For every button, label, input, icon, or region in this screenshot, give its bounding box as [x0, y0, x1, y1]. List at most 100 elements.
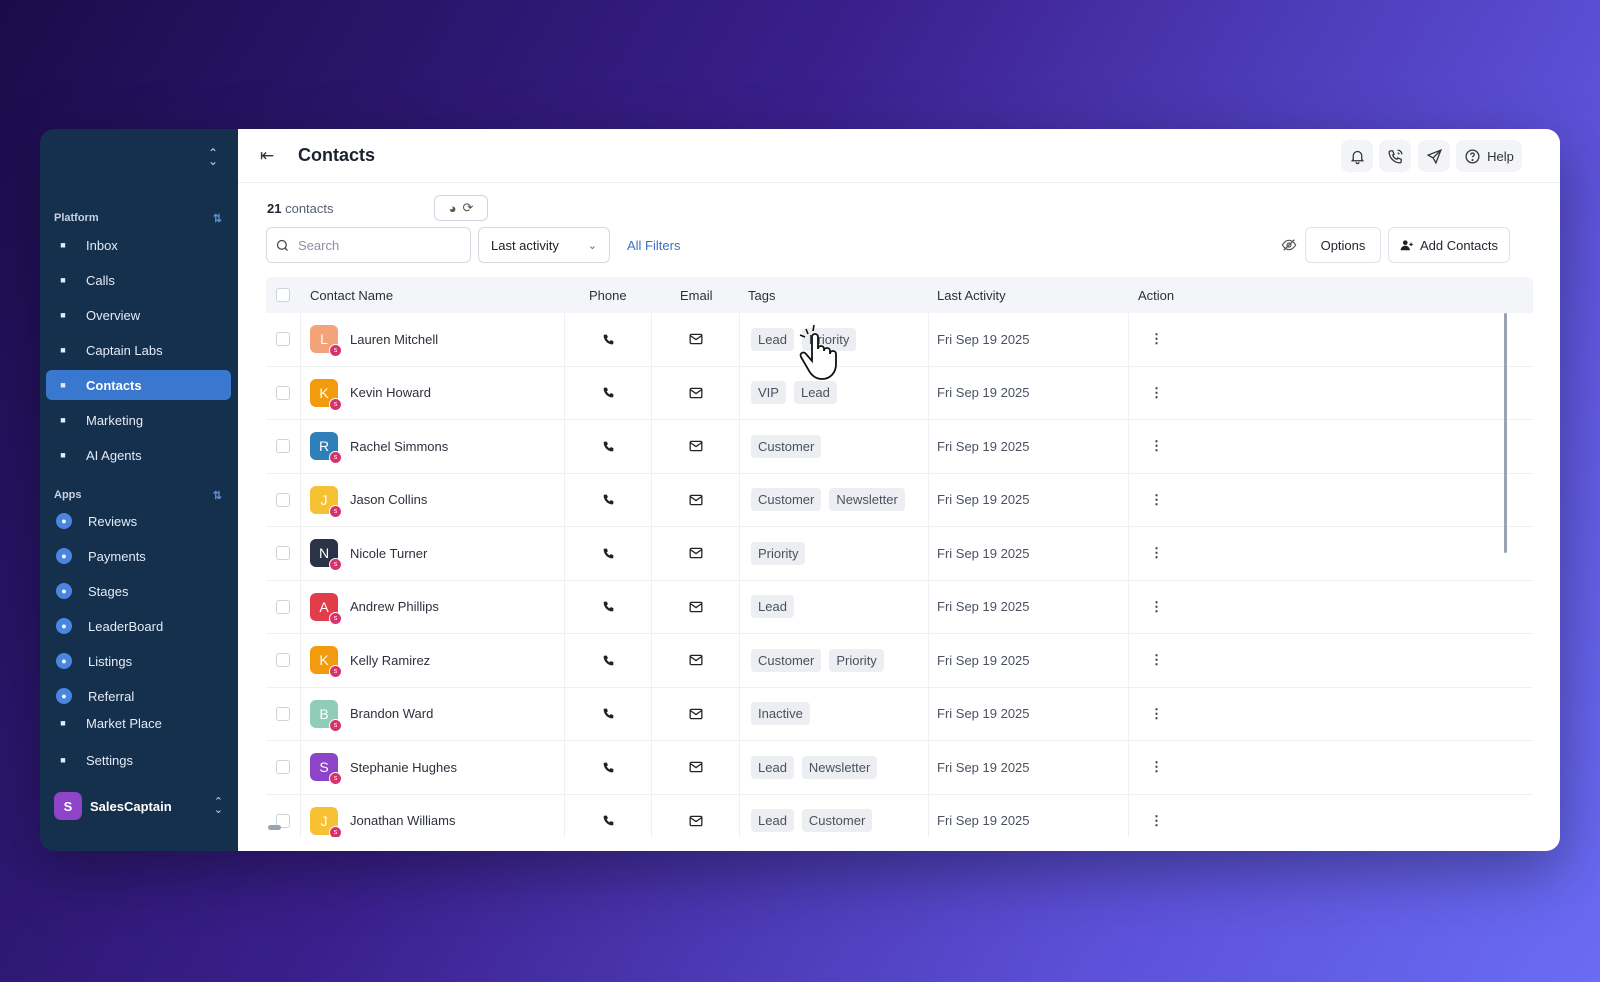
phone-icon[interactable] [602, 527, 615, 580]
contact-name-cell[interactable]: Rs Rachel Simmons [310, 420, 448, 473]
tag-badge[interactable]: Newsletter [801, 755, 878, 779]
workspace-switch-chevron-icon[interactable]: ⌃ ⌄ [208, 147, 218, 167]
more-actions-icon[interactable]: ⋮ [1150, 527, 1163, 580]
tag-badge[interactable]: Lead [793, 381, 837, 405]
email-icon[interactable] [689, 527, 703, 580]
tag-badge[interactable]: Priority [829, 648, 884, 672]
email-icon[interactable] [689, 634, 703, 687]
contact-name-cell[interactable]: Js Jason Collins [310, 474, 427, 527]
email-icon[interactable] [689, 313, 703, 366]
sidebar-item-calls[interactable]: ■ Calls [46, 265, 231, 295]
horizontal-scrollbar[interactable] [268, 825, 281, 830]
phone-icon[interactable] [602, 634, 615, 687]
row-checkbox[interactable] [276, 760, 290, 775]
tag-badge[interactable]: Customer [751, 434, 822, 458]
phone-icon[interactable] [602, 688, 615, 741]
select-all-checkbox[interactable] [276, 288, 290, 302]
row-checkbox[interactable] [276, 706, 290, 721]
row-checkbox[interactable] [276, 332, 290, 347]
row-checkbox[interactable] [276, 653, 290, 668]
row-checkbox[interactable] [276, 599, 290, 614]
contact-name-cell[interactable]: Js Jonathan Williams [310, 795, 456, 837]
help-button[interactable]: Help [1456, 140, 1522, 172]
phone-icon[interactable] [602, 474, 615, 527]
workspace-switcher[interactable]: S SalesCaptain ⌃ ⌄ [46, 788, 231, 824]
contact-name[interactable]: Andrew Phillips [350, 599, 439, 614]
tag-badge[interactable]: Newsletter [829, 488, 905, 512]
row-checkbox[interactable] [276, 439, 290, 454]
options-button[interactable]: Options [1305, 227, 1381, 263]
email-icon[interactable] [689, 581, 703, 634]
phone-icon[interactable] [602, 795, 615, 838]
email-icon[interactable] [689, 367, 703, 420]
sidebar-item-reviews[interactable]: ● Reviews [46, 506, 231, 536]
send-button[interactable] [1418, 140, 1450, 172]
vertical-scrollbar[interactable] [1504, 313, 1507, 553]
tag-badge[interactable]: Lead [751, 809, 794, 833]
contact-name[interactable]: Stephanie Hughes [350, 760, 457, 775]
collapse-sidebar-icon[interactable]: ⇤ [260, 146, 274, 166]
tag-badge[interactable]: Lead [751, 327, 794, 351]
contact-name-cell[interactable]: Ls Lauren Mitchell [310, 313, 438, 366]
email-icon[interactable] [689, 688, 703, 741]
calls-button[interactable] [1379, 140, 1411, 172]
table-row[interactable]: Js Jason Collins Customer Newsletter Fri Sep… [266, 474, 1533, 527]
contact-name-cell[interactable]: Ks Kevin Howard [310, 367, 431, 420]
phone-icon[interactable] [602, 367, 615, 420]
sidebar-item-stages[interactable]: ● Stages [46, 576, 231, 606]
search-field[interactable] [266, 227, 471, 263]
contact-name[interactable]: Brandon Ward [350, 706, 433, 721]
table-row[interactable]: Ss Stephanie Hughes Lead Newsletter Fri Sep … [266, 741, 1533, 795]
table-row[interactable]: Rs Rachel Simmons Customer Fri Sep 19 2025 ⋮ [266, 420, 1533, 474]
sort-icon[interactable]: ⇅ [213, 489, 222, 502]
tag-badge[interactable]: Priority [751, 541, 806, 565]
contact-name[interactable]: Kelly Ramirez [350, 653, 430, 668]
contact-name-cell[interactable]: Ns Nicole Turner [310, 527, 427, 580]
table-row[interactable]: Ks Kelly Ramirez Customer Priority Fri Sep 1… [266, 634, 1533, 688]
contact-name-cell[interactable]: As Andrew Phillips [310, 581, 439, 634]
sidebar-item-listings[interactable]: ● Listings [46, 646, 231, 676]
sidebar-item-settings[interactable]: ■ Settings [46, 745, 231, 775]
tag-badge[interactable]: Customer [801, 809, 873, 833]
sidebar-item-market-place[interactable]: ■ Market Place [46, 708, 231, 738]
column-contact-name[interactable]: Contact Name [310, 288, 393, 303]
tag-badge[interactable]: VIP [751, 381, 786, 405]
notifications-button[interactable] [1341, 140, 1373, 172]
email-icon[interactable] [689, 420, 703, 473]
email-icon[interactable] [689, 474, 703, 527]
contact-name[interactable]: Rachel Simmons [350, 439, 448, 454]
table-row[interactable]: Ns Nicole Turner Priority Fri Sep 19 2025 ⋮ [266, 527, 1533, 581]
more-actions-icon[interactable]: ⋮ [1150, 634, 1163, 687]
sidebar-item-payments[interactable]: ● Payments [46, 541, 231, 571]
sidebar-item-leaderboard[interactable]: ● LeaderBoard [46, 611, 231, 641]
table-row[interactable]: Bs Brandon Ward Inactive Fri Sep 19 2025 ⋮ [266, 688, 1533, 741]
table-row[interactable]: As Andrew Phillips Lead Fri Sep 19 2025 ⋮ [266, 581, 1533, 634]
row-checkbox[interactable] [276, 546, 290, 561]
eye-off-icon[interactable] [1281, 237, 1297, 253]
contact-name-cell[interactable]: Ks Kelly Ramirez [310, 634, 430, 687]
sort-icon[interactable]: ⇅ [213, 212, 222, 225]
more-actions-icon[interactable]: ⋮ [1150, 474, 1163, 527]
phone-icon[interactable] [602, 313, 615, 366]
contact-name-cell[interactable]: Ss Stephanie Hughes [310, 741, 457, 794]
sidebar-item-captain-labs[interactable]: ■ Captain Labs [46, 335, 231, 365]
search-input[interactable] [298, 237, 448, 253]
column-phone[interactable]: Phone [589, 288, 627, 303]
phone-icon[interactable] [602, 581, 615, 634]
table-row[interactable]: Ls Lauren Mitchell Lead Priority Fri Sep 19 … [266, 313, 1533, 367]
sidebar-item-ai-agents[interactable]: ■ AI Agents [46, 440, 231, 470]
phone-icon[interactable] [602, 420, 615, 473]
contact-name[interactable]: Lauren Mitchell [350, 332, 438, 347]
more-actions-icon[interactable]: ⋮ [1150, 741, 1163, 794]
contact-name[interactable]: Nicole Turner [350, 546, 427, 561]
tag-badge[interactable]: Inactive [751, 702, 810, 726]
table-row[interactable]: Js Jonathan Williams Lead Customer Fri Sep 1… [266, 795, 1533, 838]
more-actions-icon[interactable]: ⋮ [1150, 313, 1163, 366]
all-filters-link[interactable]: All Filters [627, 238, 680, 253]
tag-badge[interactable]: Customer [751, 488, 822, 512]
sidebar-item-overview[interactable]: ■ Overview [46, 300, 231, 330]
tag-badge[interactable]: Lead [751, 595, 794, 619]
more-actions-icon[interactable]: ⋮ [1150, 688, 1163, 741]
more-actions-icon[interactable]: ⋮ [1150, 581, 1163, 634]
contact-name[interactable]: Jonathan Williams [350, 813, 456, 828]
